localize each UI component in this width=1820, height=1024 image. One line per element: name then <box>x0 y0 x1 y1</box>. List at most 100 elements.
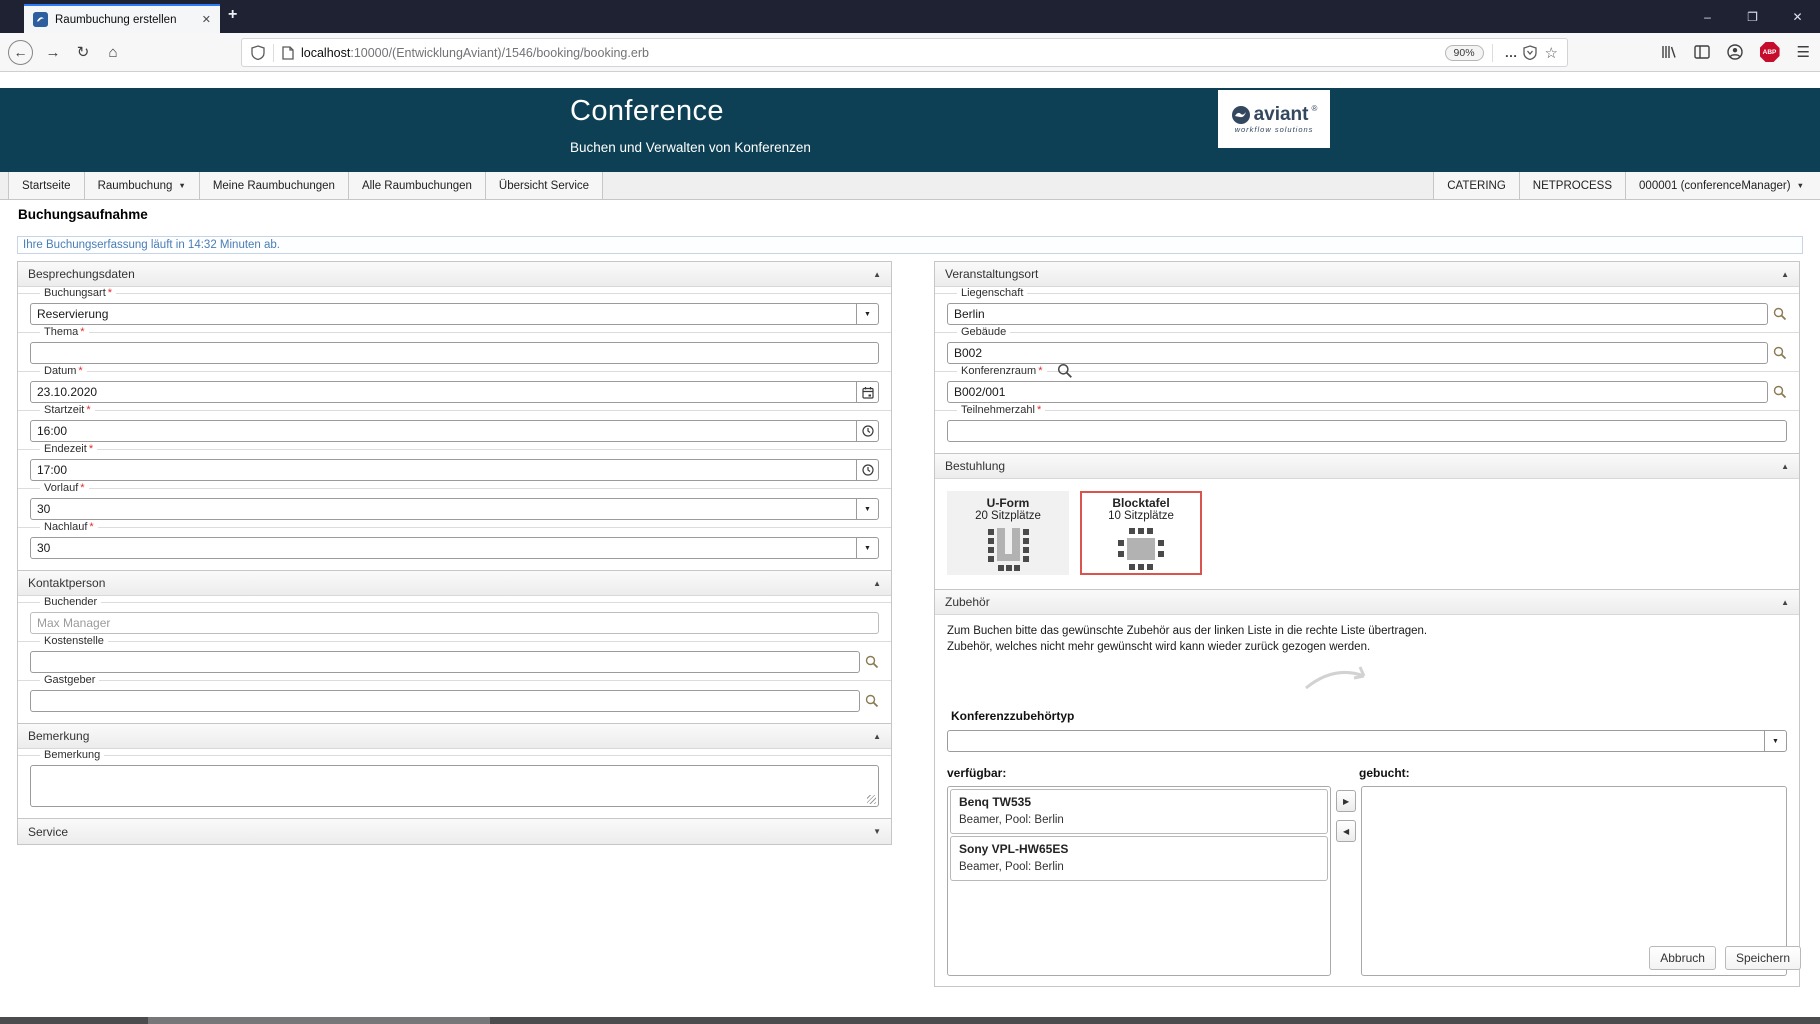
kostenstelle-input[interactable] <box>30 651 860 673</box>
nav-item-netprocess[interactable]: NETPROCESS <box>1519 172 1625 199</box>
section-header-veranstaltungsort[interactable]: Veranstaltungsort ▲ <box>935 262 1799 287</box>
vorlauf-select[interactable] <box>30 498 857 520</box>
section-header-bemerkung[interactable]: Bemerkung ▲ <box>18 724 891 749</box>
section-header-kontaktperson[interactable]: Kontaktperson ▲ <box>18 571 891 596</box>
minimize-icon[interactable]: – <box>1685 10 1730 24</box>
menu-icon[interactable]: ☰ <box>1797 43 1810 61</box>
save-button[interactable]: Speichern <box>1725 946 1801 970</box>
collapse-icon[interactable]: ▲ <box>873 732 881 741</box>
forward-button[interactable]: → <box>43 44 63 61</box>
shield-icon[interactable] <box>251 45 265 60</box>
field-buchungsart: Buchungsart* ▼ <box>30 287 879 325</box>
endezeit-input[interactable] <box>30 459 857 481</box>
library-icon[interactable] <box>1661 44 1677 60</box>
reload-button[interactable]: ↻ <box>73 43 93 61</box>
browser-tab[interactable]: Raumbuchung erstellen ✕ <box>24 4 220 33</box>
required-marker: * <box>89 443 93 455</box>
search-icon[interactable] <box>865 655 879 669</box>
search-icon[interactable] <box>1773 307 1787 321</box>
url-text[interactable]: localhost:10000/(EntwicklungAviant)/1546… <box>301 46 649 60</box>
teilnehmerzahl-input[interactable] <box>947 420 1787 442</box>
gastgeber-input[interactable] <box>30 690 860 712</box>
collapse-icon[interactable]: ▲ <box>1781 270 1789 279</box>
nav-item-alle-raumbuchungen[interactable]: Alle Raumbuchungen <box>349 172 486 199</box>
expand-icon[interactable]: ▼ <box>873 827 881 836</box>
home-button[interactable]: ⌂ <box>103 44 123 61</box>
page-actions-icon[interactable]: … <box>1505 45 1519 60</box>
browser-nav-buttons: ← → ↻ ⌂ <box>8 33 123 71</box>
thema-input[interactable] <box>30 342 879 364</box>
startzeit-input[interactable] <box>30 420 857 442</box>
logo-tagline: workflow solutions <box>1235 125 1314 134</box>
calendar-picker-button[interactable] <box>856 381 879 403</box>
liegenschaft-input[interactable] <box>947 303 1768 325</box>
bemerkung-textarea[interactable] <box>30 765 879 807</box>
collapse-icon[interactable]: ▲ <box>873 270 881 279</box>
buchungsart-dropdown-button[interactable]: ▼ <box>856 303 879 325</box>
zubehoertyp-select[interactable] <box>947 730 1765 752</box>
nachlauf-select[interactable] <box>30 537 857 559</box>
zoom-level-badge[interactable]: 90% <box>1445 45 1484 61</box>
list-item-accessory[interactable]: Sony VPL-HW65ES Beamer, Pool: Berlin <box>950 836 1328 881</box>
endezeit-time-button[interactable] <box>856 459 879 481</box>
nachlauf-dropdown-button[interactable]: ▼ <box>856 537 879 559</box>
resize-grip-icon[interactable] <box>867 795 876 804</box>
close-icon[interactable]: ✕ <box>1775 10 1820 24</box>
required-marker: * <box>86 404 90 416</box>
section-kontaktperson: Kontaktperson ▲ Buchender Kostenstelle <box>17 570 892 724</box>
search-icon[interactable] <box>1773 346 1787 360</box>
datum-input[interactable] <box>30 381 857 403</box>
section-header-bestuhlung[interactable]: Bestuhlung ▲ <box>935 454 1799 479</box>
startzeit-time-button[interactable] <box>856 420 879 442</box>
search-icon[interactable] <box>865 694 879 708</box>
field-gebaeude: Gebäude <box>947 326 1787 364</box>
seating-option-u-form[interactable]: U-Form 20 Sitzplätze <box>947 491 1069 575</box>
back-button[interactable]: ← <box>8 40 33 65</box>
restore-icon[interactable]: ❐ <box>1730 10 1775 24</box>
room-search-icon[interactable] <box>1057 363 1073 379</box>
chevron-down-icon: ▼ <box>1797 181 1804 190</box>
nav-item-catering[interactable]: CATERING <box>1433 172 1519 199</box>
pocket-shield-icon[interactable] <box>1523 45 1537 60</box>
required-marker: * <box>1037 404 1041 416</box>
available-accessories-list[interactable]: Benq TW535 Beamer, Pool: Berlin Sony VPL… <box>947 786 1331 976</box>
user-menu[interactable]: 000001 (conferenceManager) ▼ <box>1625 172 1820 199</box>
vorlauf-dropdown-button[interactable]: ▼ <box>856 498 879 520</box>
buchender-input <box>30 612 879 634</box>
chevron-down-icon: ▼ <box>178 181 185 190</box>
tab-favicon <box>33 12 48 27</box>
account-icon[interactable] <box>1727 44 1743 60</box>
cancel-button[interactable]: Abbruch <box>1649 946 1716 970</box>
required-marker: * <box>108 287 112 299</box>
move-right-button[interactable]: ▶ <box>1336 790 1356 812</box>
new-tab-button[interactable]: + <box>228 6 237 24</box>
search-icon[interactable] <box>1773 385 1787 399</box>
buchungsart-select[interactable] <box>30 303 857 325</box>
bookmark-star-icon[interactable]: ☆ <box>1545 44 1558 62</box>
seating-option-blocktafel[interactable]: Blocktafel 10 Sitzplätze <box>1080 491 1202 575</box>
blocktafel-icon <box>1114 525 1168 573</box>
list-item-accessory[interactable]: Benq TW535 Beamer, Pool: Berlin <box>950 789 1328 834</box>
adblock-icon[interactable]: ABP <box>1760 42 1780 62</box>
collapse-icon[interactable]: ▲ <box>1781 598 1789 607</box>
zubehoertyp-dropdown-button[interactable]: ▼ <box>1764 730 1787 752</box>
move-left-button[interactable]: ◀ <box>1336 820 1356 842</box>
gebaeude-input[interactable] <box>947 342 1768 364</box>
tab-close-icon[interactable]: ✕ <box>202 13 211 26</box>
page-icon[interactable] <box>282 46 294 60</box>
collapse-icon[interactable]: ▲ <box>1781 462 1789 471</box>
konferenzraum-input[interactable] <box>947 381 1768 403</box>
aviant-logo: aviant ® workflow solutions <box>1218 90 1330 148</box>
section-header-service[interactable]: Service ▼ <box>18 819 891 844</box>
url-bar[interactable]: localhost:10000/(EntwicklungAviant)/1546… <box>241 38 1568 67</box>
urlbar-separator <box>273 44 274 62</box>
nav-item-raumbuchung[interactable]: Raumbuchung ▼ <box>85 172 200 199</box>
action-bar: Abbruch Speichern <box>1649 946 1801 970</box>
nav-item-meine-raumbuchungen[interactable]: Meine Raumbuchungen <box>200 172 349 199</box>
nav-item-startseite[interactable]: Startseite <box>8 172 85 199</box>
section-header-besprechungsdaten[interactable]: Besprechungsdaten ▲ <box>18 262 891 287</box>
nav-item-uebersicht-service[interactable]: Übersicht Service <box>486 172 603 199</box>
section-header-zubehoer[interactable]: Zubehör ▲ <box>935 590 1799 615</box>
collapse-icon[interactable]: ▲ <box>873 579 881 588</box>
sidebar-icon[interactable] <box>1694 45 1710 59</box>
